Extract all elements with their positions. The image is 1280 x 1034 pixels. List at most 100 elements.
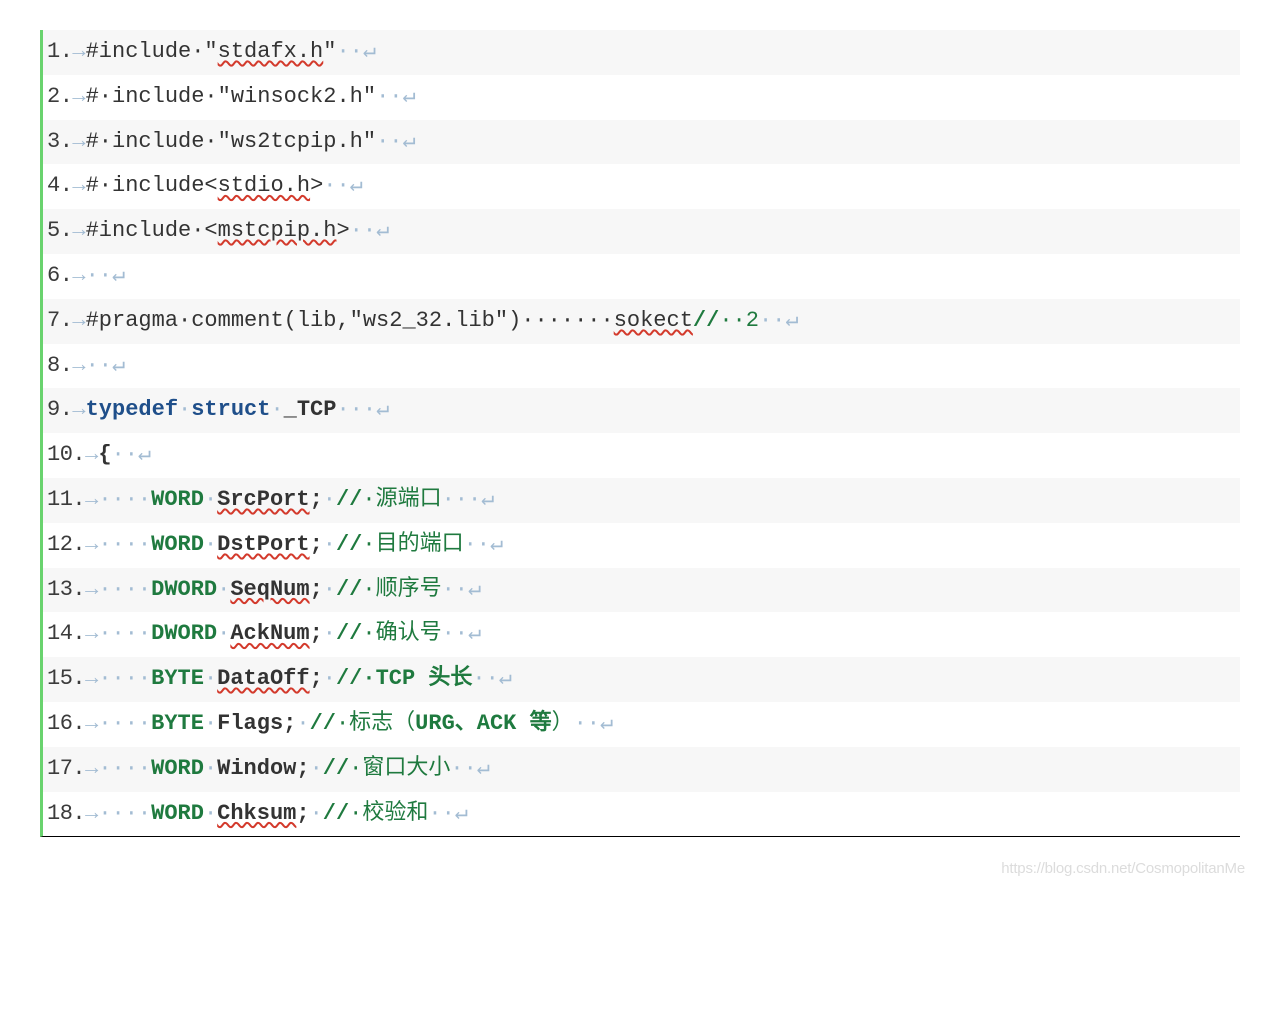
- comment-text-bold: URG、ACK 等: [415, 709, 551, 740]
- indent-dots: ····: [98, 575, 151, 606]
- dot: ·: [323, 485, 336, 516]
- spellcheck-underline: AckNum: [230, 619, 309, 650]
- code-line: 16.→····BYTE·Flags;·//·标志（URG、ACK 等）··↵: [43, 702, 1240, 747]
- line-number: 16.: [47, 709, 85, 740]
- tab-marker: →: [72, 306, 85, 337]
- comment-slashes: //: [336, 664, 362, 695]
- eol-marker: ··↵: [759, 306, 799, 337]
- comment-slashes: //: [693, 306, 719, 337]
- dot: ·: [217, 619, 230, 650]
- line-number: 1.: [47, 37, 72, 68]
- eol-marker: ··↵: [442, 575, 482, 606]
- dot: ·: [310, 754, 323, 785]
- eol-marker: ··↵: [574, 709, 614, 740]
- code-line: 9.→typedef·struct·_TCP···↵: [43, 388, 1240, 433]
- indent-dots: ····: [98, 485, 151, 516]
- code-line: 15.→····BYTE·DataOff;·//·TCP 头长··↵: [43, 657, 1240, 702]
- indent-dots: ····: [98, 709, 151, 740]
- type-keyword: WORD: [151, 485, 204, 516]
- eol-marker: ··↵: [112, 440, 152, 471]
- tab-marker: →: [85, 440, 98, 471]
- tab-marker: →: [85, 709, 98, 740]
- comment-text: ·窗口大小: [349, 754, 450, 785]
- type-keyword: DWORD: [151, 619, 217, 650]
- eol-marker: ··↵: [428, 799, 468, 830]
- spellcheck-underline: stdio.h: [218, 171, 310, 202]
- code-line: 11.→····WORD·SrcPort;·//·源端口···↵: [43, 478, 1240, 523]
- code-line: 7.→#pragma·comment(lib,"ws2_32.lib")····…: [43, 299, 1240, 344]
- line-number: 8.: [47, 351, 72, 382]
- tab-marker: →: [85, 754, 98, 785]
- dot: ·: [217, 575, 230, 606]
- tab-marker: →: [72, 351, 85, 382]
- spellcheck-underline: DstPort: [217, 530, 309, 561]
- code-line: 3.→#·include·"ws2tcpip.h"··↵: [43, 120, 1240, 165]
- tab-marker: →: [72, 261, 85, 292]
- comment-text-bold: ·TCP 头长: [362, 664, 472, 695]
- comment-text: ·目的端口: [362, 530, 463, 561]
- comment-text: ·确认号: [362, 619, 441, 650]
- code-line: 17.→····WORD·Window;·//·窗口大小··↵: [43, 747, 1240, 792]
- indent-dots: ····: [98, 754, 151, 785]
- code-line: 14.→····DWORD·AckNum;·//·确认号··↵: [43, 612, 1240, 657]
- tab-marker: →: [72, 37, 85, 68]
- comment-slashes: //: [336, 619, 362, 650]
- type-keyword: WORD: [151, 530, 204, 561]
- line-number: 9.: [47, 395, 72, 426]
- comment-slashes: //: [336, 530, 362, 561]
- code-line: 6.→··↵: [43, 254, 1240, 299]
- eol-marker: ··↵: [350, 216, 390, 247]
- eol-marker: ··↵: [350, 395, 390, 426]
- eol-marker: ··↵: [376, 82, 416, 113]
- tab-marker: →: [85, 575, 98, 606]
- tab-marker: →: [85, 664, 98, 695]
- code-line: 8.→··↵: [43, 344, 1240, 389]
- line-number: 4.: [47, 171, 72, 202]
- indent-dots: ····: [98, 664, 151, 695]
- dot: ·: [204, 664, 217, 695]
- brace: {: [98, 440, 111, 471]
- code-text: #·include·"ws2tcpip.h": [86, 127, 376, 158]
- tab-marker: →: [72, 395, 85, 426]
- spellcheck-underline: DataOff: [217, 664, 309, 695]
- dot: ·: [204, 754, 217, 785]
- identifier: Window;: [217, 754, 309, 785]
- code-block: 1.→#include·"stdafx.h"··↵2.→#·include·"w…: [40, 30, 1240, 837]
- code-line: 12.→····WORD·DstPort;·//·目的端口··↵: [43, 523, 1240, 568]
- dot: ·: [323, 664, 336, 695]
- code-line: 10.→{··↵: [43, 433, 1240, 478]
- code-text: #include·": [86, 37, 218, 68]
- dot: ·: [336, 395, 349, 426]
- code-line: 4.→#·include<stdio.h>··↵: [43, 164, 1240, 209]
- tab-marker: →: [72, 127, 85, 158]
- spellcheck-underline: stdafx.h: [218, 37, 324, 68]
- eol-marker: ··↵: [86, 261, 126, 292]
- dot: ·: [296, 709, 309, 740]
- line-number: 17.: [47, 754, 85, 785]
- code-line: 18.→····WORD·Chksum;·//·校验和··↵: [43, 792, 1240, 837]
- dot: ·: [204, 485, 217, 516]
- dot: ·: [204, 709, 217, 740]
- comment-text: ·源端口: [362, 485, 441, 516]
- code-line: 5.→#include·<mstcpip.h>··↵: [43, 209, 1240, 254]
- comment-text: ·: [719, 306, 732, 337]
- spellcheck-underline: Chksum: [217, 799, 296, 830]
- semicolon: ;: [310, 664, 323, 695]
- semicolon: ;: [310, 619, 323, 650]
- comment-slashes: //: [310, 709, 336, 740]
- comment-text: ·顺序号: [362, 575, 441, 606]
- tab-marker: →: [85, 619, 98, 650]
- identifier: Flags;: [217, 709, 296, 740]
- watermark: https://blog.csdn.net/CosmopolitanMe: [1001, 860, 1245, 877]
- eol-marker: ··↵: [442, 619, 482, 650]
- keyword: typedef: [86, 395, 178, 426]
- dot: ·: [323, 530, 336, 561]
- indent-dots: ····: [98, 799, 151, 830]
- comment-text: ·2: [733, 306, 759, 337]
- line-number: 7.: [47, 306, 72, 337]
- line-number: 11.: [47, 485, 85, 516]
- dot: ·: [204, 799, 217, 830]
- tab-marker: →: [72, 171, 85, 202]
- line-number: 5.: [47, 216, 72, 247]
- keyword: struct: [191, 395, 270, 426]
